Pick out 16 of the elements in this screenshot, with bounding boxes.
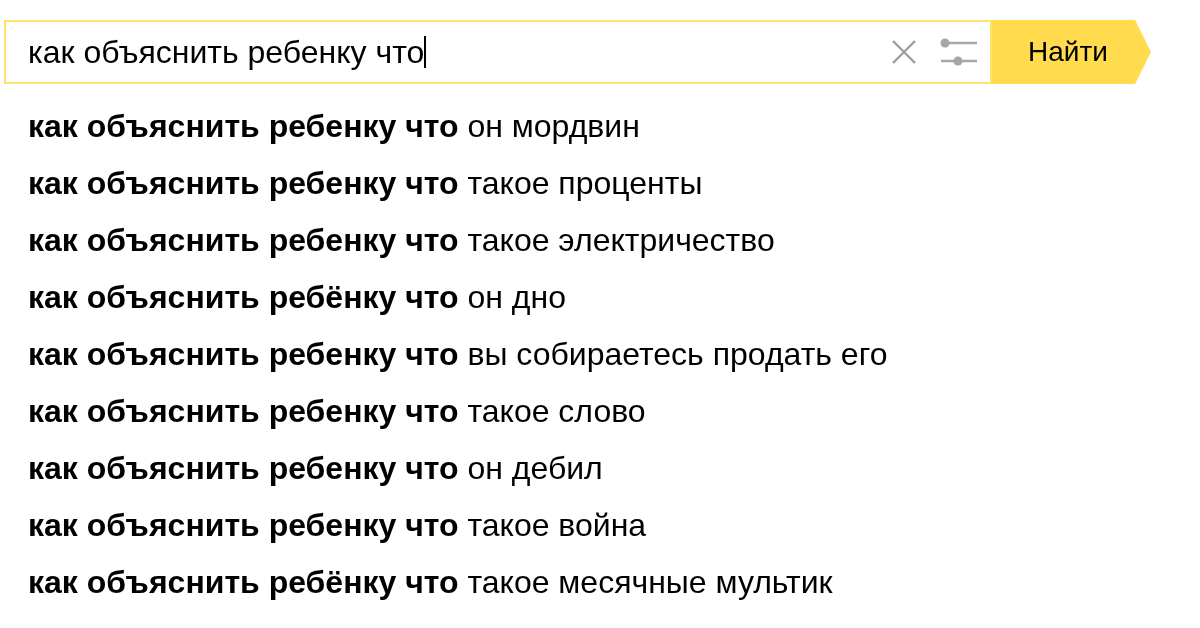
search-field[interactable]: как объяснить ребенку что (4, 20, 992, 84)
close-icon (892, 40, 916, 64)
text-cursor (424, 36, 427, 68)
sliders-icon (940, 38, 978, 66)
search-suggestion[interactable]: как объяснить ребенку что такое слово (28, 383, 646, 440)
filter-button[interactable] (940, 38, 978, 66)
search-suggestion[interactable]: как объяснить ребенку что он дебил (28, 440, 603, 497)
search-suggestion[interactable]: как объяснить ребенку что вы собираетесь продать его (28, 326, 888, 383)
search-suggestion[interactable]: как объяснить ребёнку что такое месячные мультик (28, 554, 833, 611)
search-suggestion[interactable]: как объяснить ребенку что такое война (28, 497, 647, 554)
search-suggestion[interactable]: как объяснить ребенку что он мордвин (28, 98, 640, 155)
search-button[interactable]: Найти (992, 20, 1151, 84)
search-suggestion[interactable]: как объяснить ребенку что такое проценты (28, 155, 703, 212)
search-suggestion[interactable]: как объяснить ребенку что такое электричество (28, 212, 775, 269)
clear-button[interactable] (892, 40, 916, 64)
search-suggestion[interactable]: как объяснить ребёнку что он дно (28, 269, 566, 326)
